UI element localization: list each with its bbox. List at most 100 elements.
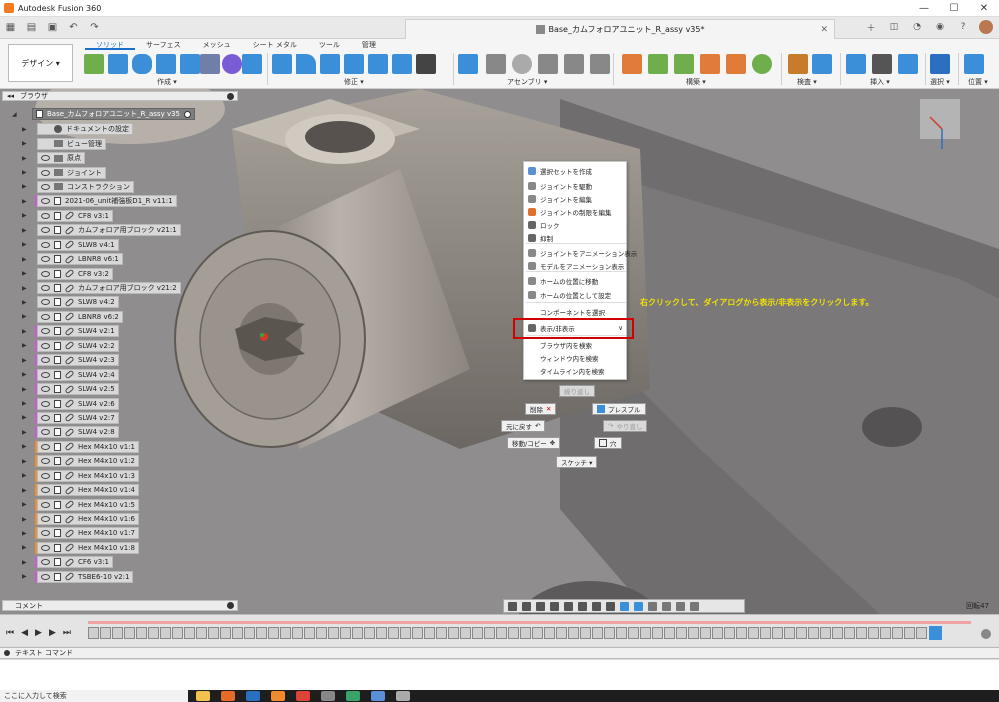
visibility-eye-icon[interactable] <box>41 169 50 176</box>
timeline-feature-icon[interactable] <box>184 627 195 639</box>
context-menu-item[interactable]: タイムライン内を検索 <box>524 365 628 377</box>
app-icon[interactable] <box>396 691 410 701</box>
offset-plane-icon[interactable] <box>622 54 642 74</box>
browser-node[interactable]: Hex M4x10 v1:2 <box>37 455 139 468</box>
visibility-eye-icon[interactable] <box>41 198 50 205</box>
browser-node[interactable]: CF6 v3:1 <box>37 556 114 569</box>
group-modify[interactable]: 修正 ▾ <box>344 77 364 87</box>
timeline-feature-icon[interactable] <box>424 627 435 639</box>
timeline-feature-icon[interactable] <box>304 627 315 639</box>
visibility-eye-icon[interactable] <box>41 285 50 292</box>
hole-button[interactable]: 穴 <box>594 437 622 449</box>
view-solid-icon[interactable] <box>620 601 629 611</box>
timeline-feature-icon[interactable] <box>832 627 843 639</box>
browser-tree-row[interactable]: ▶ Hex M4x10 v1:6 <box>22 512 192 526</box>
browser-tree-row[interactable]: ▶ SLW4 v2:7 <box>22 411 192 425</box>
step-forward-icon[interactable]: ▶ <box>49 628 56 638</box>
collapse-arrows-icon[interactable]: ◂◂ <box>7 92 14 100</box>
timeline-feature-icon[interactable] <box>712 627 723 639</box>
timeline-feature-icon[interactable] <box>292 627 303 639</box>
timeline-feature-icon[interactable] <box>376 627 387 639</box>
app-icon[interactable] <box>346 691 360 701</box>
settings-icon[interactable] <box>321 691 335 701</box>
browser-node[interactable]: SLW4 v2:3 <box>37 354 119 367</box>
browser-tree-row[interactable]: ▶ ビュー管理 <box>22 136 192 150</box>
notifications-icon[interactable]: ◉ <box>933 20 947 34</box>
group-create[interactable]: 作成 ▾ <box>157 77 177 87</box>
browser-node[interactable]: CF8 v3:1 <box>37 209 114 222</box>
browser-node[interactable]: ジョイント <box>37 166 106 179</box>
pyramid-icon[interactable] <box>242 54 262 74</box>
group-construct[interactable]: 構築 ▾ <box>686 77 706 87</box>
grid-menu-icon[interactable]: ▦ <box>4 21 17 34</box>
timeline-feature-icon[interactable] <box>388 627 399 639</box>
loft-icon[interactable] <box>180 54 200 74</box>
browser-node[interactable]: ドキュメントの設定 <box>37 123 133 136</box>
group-select[interactable]: 選択 ▾ <box>930 77 950 87</box>
browser-node[interactable]: コンストラクション <box>37 180 134 193</box>
browser-tree-row[interactable]: ▶ カムフォロア用ブロック v21:1 <box>22 223 192 237</box>
timeline-feature-icon[interactable] <box>820 627 831 639</box>
expand-triangle-icon[interactable]: ▶ <box>22 299 30 306</box>
visibility-eye-icon[interactable] <box>41 227 50 234</box>
timeline-feature-icon[interactable] <box>532 627 543 639</box>
browser-tree-row[interactable]: ▶ Hex M4x10 v1:5 <box>22 497 192 511</box>
timeline-feature-icon[interactable] <box>748 627 759 639</box>
browser-tree-row[interactable]: ▶ Hex M4x10 v1:3 <box>22 469 192 483</box>
timeline-feature-icon[interactable] <box>808 627 819 639</box>
revolve-icon[interactable] <box>132 54 152 74</box>
joint-icon[interactable] <box>486 54 506 74</box>
extensions-icon[interactable]: ◫ <box>887 20 901 34</box>
visibility-eye-icon[interactable] <box>41 342 50 349</box>
expand-triangle-icon[interactable]: ▶ <box>22 126 30 133</box>
file-icon[interactable]: ▤ <box>25 21 38 34</box>
expand-triangle-icon[interactable]: ▶ <box>22 270 30 277</box>
snip-icon[interactable] <box>371 691 385 701</box>
timeline-feature-icon[interactable] <box>688 627 699 639</box>
timeline-feature-icon[interactable] <box>412 627 423 639</box>
expand-triangle-icon[interactable]: ▶ <box>22 241 30 248</box>
group-position[interactable]: 位置 ▾ <box>968 77 988 87</box>
new-component-icon[interactable] <box>458 54 478 74</box>
expand-triangle-icon[interactable]: ▶ <box>22 386 30 393</box>
timeline-feature-icon[interactable] <box>100 627 111 639</box>
timeline-feature-icon[interactable] <box>700 627 711 639</box>
close-button[interactable]: ✕ <box>969 0 999 17</box>
collapse-triangle-icon[interactable]: ◢ <box>12 111 20 118</box>
expand-triangle-icon[interactable]: ▶ <box>22 227 30 234</box>
as-built-joint-icon[interactable] <box>512 54 532 74</box>
visibility-eye-icon[interactable] <box>41 212 50 219</box>
text-command-header[interactable]: テキスト コマンド <box>0 647 999 659</box>
plane-through-points-icon[interactable] <box>726 54 746 74</box>
timeline-feature-icon[interactable] <box>868 627 879 639</box>
browser-panel-header[interactable]: ◂◂ ブラウザ <box>2 91 238 101</box>
timeline-feature-icon[interactable] <box>556 627 567 639</box>
tab-sheet-metal[interactable]: シート メタル <box>242 40 308 50</box>
timeline-feature-icon[interactable] <box>724 627 735 639</box>
timeline-feature-icon[interactable] <box>496 627 507 639</box>
expand-triangle-icon[interactable]: ▶ <box>22 559 30 566</box>
insert-mesh-icon[interactable] <box>872 54 892 74</box>
context-menu-item[interactable]: コンポーネントを選択 <box>524 306 628 318</box>
visibility-eye-icon[interactable] <box>41 241 50 248</box>
visibility-eye-icon[interactable] <box>41 386 50 393</box>
timeline-feature-icon[interactable] <box>460 627 471 639</box>
firefox-icon[interactable] <box>221 691 235 701</box>
timeline-feature-icon[interactable] <box>892 627 903 639</box>
job-status-icon[interactable]: ◔ <box>910 20 924 34</box>
timeline-settings-icon[interactable] <box>981 629 991 639</box>
context-menu-item[interactable]: ウィンドウ内を検索 <box>524 352 628 364</box>
plane-at-angle-icon[interactable] <box>648 54 668 74</box>
go-to-start-icon[interactable]: ⏮ <box>6 628 14 638</box>
press-pull-icon[interactable] <box>272 54 292 74</box>
view-edges-icon[interactable] <box>676 601 685 611</box>
save-icon[interactable]: ▣ <box>46 21 59 34</box>
visibility-eye-icon[interactable] <box>41 414 50 421</box>
rib-icon[interactable] <box>200 54 220 74</box>
timeline-marker[interactable] <box>929 626 942 640</box>
timeline-feature-icon[interactable] <box>592 627 603 639</box>
go-to-end-icon[interactable]: ⏭ <box>63 628 71 638</box>
expand-triangle-icon[interactable]: ▶ <box>22 285 30 292</box>
help-icon[interactable]: ? <box>956 20 970 34</box>
midplane-icon[interactable] <box>700 54 720 74</box>
